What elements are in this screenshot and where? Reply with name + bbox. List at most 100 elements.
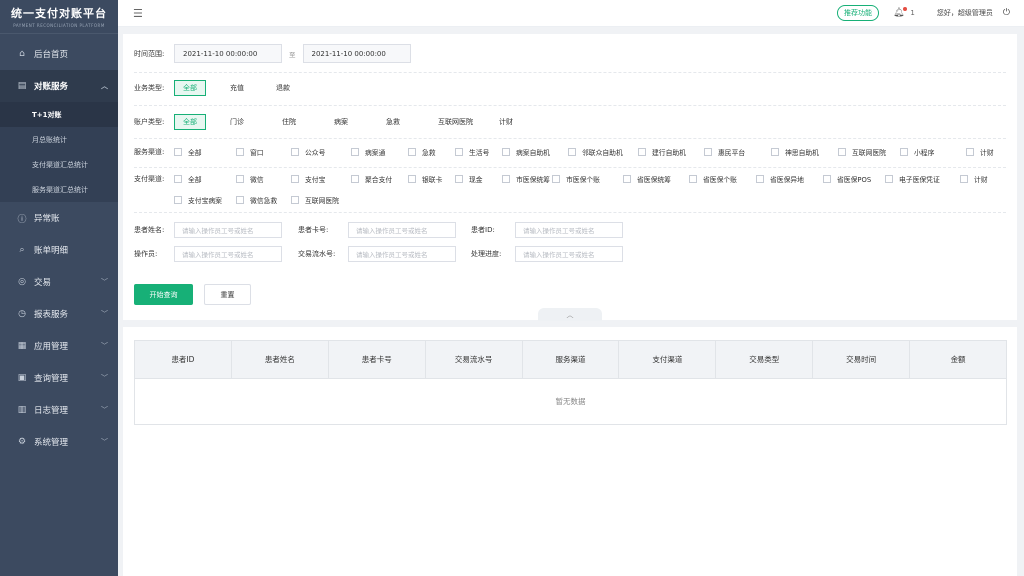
service-option-checkbox[interactable]: 全部 bbox=[174, 147, 236, 157]
column-header: 交易流水号 bbox=[426, 341, 523, 378]
business-option-recharge[interactable]: 充值 bbox=[222, 80, 252, 96]
service-option-checkbox[interactable]: 建行自助机 bbox=[638, 147, 704, 157]
pay-option-checkbox[interactable]: 全部 bbox=[174, 174, 236, 184]
account-option[interactable]: 互联网医院 bbox=[430, 114, 481, 130]
sidebar-subitem-t1[interactable]: T+1对账 bbox=[0, 102, 118, 127]
divider bbox=[134, 105, 1006, 106]
search-button[interactable]: 开始查询 bbox=[134, 284, 193, 305]
pay-option-checkbox[interactable]: 微信 bbox=[236, 174, 291, 184]
service-option-label: 计财 bbox=[980, 149, 994, 157]
sidebar-subitem-service-channel[interactable]: 服务渠道汇总统计 bbox=[0, 177, 118, 202]
sidebar-item-home[interactable]: ⌂ 后台首页 bbox=[0, 38, 118, 70]
pay-option-label: 省医保统筹 bbox=[637, 176, 671, 184]
sidebar-item-reconciliation[interactable]: ▤ 对账服务 ︿ bbox=[0, 70, 118, 102]
patient-id-input[interactable]: 请输入操作员工号或姓名 bbox=[515, 222, 623, 238]
checkbox-icon bbox=[838, 148, 846, 156]
pay-option-checkbox[interactable]: 省医保异地 bbox=[756, 174, 823, 184]
pay-option-checkbox[interactable]: 电子医保凭证 bbox=[885, 174, 960, 184]
pay-option-checkbox[interactable]: 市医保统筹 bbox=[502, 174, 552, 184]
operator-input[interactable]: 请输入操作员工号或姓名 bbox=[174, 246, 282, 262]
account-option[interactable]: 计财 bbox=[491, 114, 521, 130]
table-panel: 患者ID 患者姓名 患者卡号 交易流水号 服务渠道 支付渠道 交易类型 交易时间… bbox=[123, 327, 1017, 576]
sidebar-submenu: T+1对账 月总账统计 支付渠道汇总统计 服务渠道汇总统计 bbox=[0, 102, 118, 202]
pay-option-checkbox[interactable]: 支付宝 bbox=[291, 174, 351, 184]
pay-option-checkbox[interactable]: 市医保个账 bbox=[552, 174, 623, 184]
service-option-checkbox[interactable]: 小程序 bbox=[900, 147, 966, 157]
pay-option-checkbox[interactable]: 银联卡 bbox=[408, 174, 455, 184]
account-type-label: 账户类型: bbox=[134, 118, 165, 126]
grid-icon: ▦ bbox=[17, 341, 27, 351]
service-option-checkbox[interactable]: 生活号 bbox=[455, 147, 502, 157]
service-option-checkbox[interactable]: 窗口 bbox=[236, 147, 291, 157]
account-option[interactable]: 门诊 bbox=[222, 114, 252, 130]
service-option-checkbox[interactable]: 公众号 bbox=[291, 147, 351, 157]
time-end-input[interactable]: 2021-11-10 00:00:00 bbox=[302, 44, 411, 63]
service-option-checkbox[interactable]: 病案自助机 bbox=[502, 147, 568, 157]
business-option-all[interactable]: 全部 bbox=[174, 80, 206, 96]
account-option[interactable]: 急救 bbox=[378, 114, 408, 130]
checkbox-icon bbox=[552, 175, 560, 183]
pay-option-checkbox[interactable]: 现金 bbox=[455, 174, 502, 184]
business-option-refund[interactable]: 退款 bbox=[268, 80, 298, 96]
pay-option-checkbox[interactable]: 微信急救 bbox=[236, 195, 291, 205]
user-greeting[interactable]: 您好，超级管理员 bbox=[937, 8, 993, 18]
pay-option-checkbox[interactable]: 省医保个账 bbox=[689, 174, 756, 184]
pay-option-checkbox[interactable]: 聚合支付 bbox=[351, 174, 408, 184]
sidebar-item-app[interactable]: ▦ 应用管理 ﹀ bbox=[0, 330, 118, 362]
service-option-checkbox[interactable]: 神思自助机 bbox=[771, 147, 838, 157]
empty-state: 暂无数据 bbox=[555, 397, 586, 406]
service-option-checkbox[interactable]: 病案通 bbox=[351, 147, 408, 157]
sidebar-item-trade[interactable]: ◎ 交易 ﹀ bbox=[0, 266, 118, 298]
patient-name-input[interactable]: 请输入操作员工号或姓名 bbox=[174, 222, 282, 238]
sidebar: 统一支付对账平台 PAYMENT RECONCILIATION PLATFORM… bbox=[0, 0, 118, 576]
service-option-label: 全部 bbox=[188, 149, 202, 157]
checkbox-icon bbox=[756, 175, 764, 183]
pay-option-label: 省医保POS bbox=[837, 176, 872, 184]
sidebar-item-system[interactable]: ⚙ 系统管理 ﹀ bbox=[0, 426, 118, 458]
progress-input[interactable]: 请输入操作员工号或姓名 bbox=[515, 246, 623, 262]
chevron-down-icon: ﹀ bbox=[101, 406, 108, 414]
sidebar-subitem-pay-channel[interactable]: 支付渠道汇总统计 bbox=[0, 152, 118, 177]
sidebar-item-query[interactable]: ▣ 查询管理 ﹀ bbox=[0, 362, 118, 394]
checkbox-icon bbox=[771, 148, 779, 156]
service-option-checkbox[interactable]: 急救 bbox=[408, 147, 455, 157]
checkbox-icon bbox=[236, 196, 244, 204]
service-option-checkbox[interactable]: 惠民平台 bbox=[704, 147, 771, 157]
account-option[interactable]: 全部 bbox=[174, 114, 206, 130]
pay-option-checkbox[interactable]: 省医保POS bbox=[823, 174, 885, 184]
service-option-checkbox[interactable]: 邻联众自助机 bbox=[568, 147, 638, 157]
sidebar-item-exception[interactable]: ⓘ 异常账 bbox=[0, 202, 118, 234]
checkbox-icon bbox=[291, 196, 299, 204]
column-header: 患者卡号 bbox=[329, 341, 426, 378]
pay-option-checkbox[interactable]: 省医保统筹 bbox=[623, 174, 689, 184]
serial-input[interactable]: 请输入操作员工号或姓名 bbox=[348, 246, 456, 262]
time-start-input[interactable]: 2021-11-10 00:00:00 bbox=[174, 44, 282, 63]
account-option[interactable]: 住院 bbox=[274, 114, 304, 130]
service-option-checkbox[interactable]: 计财 bbox=[966, 147, 1006, 157]
reset-button[interactable]: 重置 bbox=[204, 284, 251, 305]
sidebar-item-log[interactable]: ▥ 日志管理 ﹀ bbox=[0, 394, 118, 426]
collapse-filter-button[interactable]: ︿ bbox=[538, 308, 602, 321]
bell-icon[interactable]: 🔔︎ bbox=[893, 7, 908, 18]
column-header: 交易时间 bbox=[813, 341, 911, 378]
service-channel-options: 全部 窗口 公众号 病案通 急救 生活号 病案自助机 邻联众自助机 建行自助机 … bbox=[174, 147, 1006, 157]
chevron-up-icon: ︿ bbox=[101, 82, 108, 90]
pay-channel-row-2: 支付宝病案 微信急救 互联网医院 bbox=[134, 195, 351, 205]
recommend-button[interactable]: 推荐功能 bbox=[836, 5, 879, 21]
service-option-checkbox[interactable]: 互联网医院 bbox=[838, 147, 900, 157]
patient-card-label: 患者卡号: bbox=[298, 226, 329, 234]
pay-option-checkbox[interactable]: 计财 bbox=[960, 174, 1000, 184]
brand-subtitle: PAYMENT RECONCILIATION PLATFORM bbox=[13, 23, 105, 28]
sidebar-subitem-monthly[interactable]: 月总账统计 bbox=[0, 127, 118, 152]
sidebar-item-bill-detail[interactable]: ⌕ 账单明细 bbox=[0, 234, 118, 266]
coin-icon: ◎ bbox=[18, 277, 26, 287]
pay-option-checkbox[interactable]: 互联网医院 bbox=[291, 195, 351, 205]
sidebar-item-report[interactable]: ◷ 报表服务 ﹀ bbox=[0, 298, 118, 330]
power-icon[interactable]: ⏻ bbox=[1003, 8, 1010, 18]
patient-card-input[interactable]: 请输入操作员工号或姓名 bbox=[348, 222, 456, 238]
pay-option-checkbox[interactable]: 支付宝病案 bbox=[174, 195, 236, 205]
pay-option-label: 现金 bbox=[469, 176, 483, 184]
account-option[interactable]: 病案 bbox=[326, 114, 356, 130]
menu-toggle-icon[interactable]: ☰ bbox=[133, 7, 143, 20]
topbar: ☰ 推荐功能 🔔︎ 1 您好，超级管理员 ⏻ bbox=[118, 0, 1024, 27]
